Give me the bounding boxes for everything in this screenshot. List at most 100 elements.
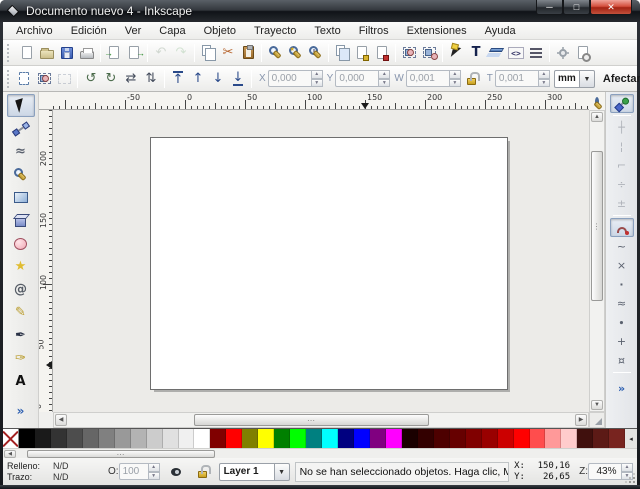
chevron-down-icon[interactable]: ▼	[275, 463, 290, 481]
palette-swatch[interactable]	[194, 429, 210, 448]
palette-scrollbar[interactable]: ◀ ⋯	[3, 448, 637, 458]
current-layer-name[interactable]: Layer 1	[219, 463, 275, 481]
toolbar-grip[interactable]	[7, 44, 12, 62]
palette-swatch[interactable]	[577, 429, 593, 448]
palette-swatch[interactable]	[322, 429, 338, 448]
palette-swatch[interactable]	[290, 429, 306, 448]
flip-horizontal-button[interactable]: ⇄	[121, 68, 141, 90]
unit-select[interactable]: mm ▼	[554, 70, 595, 88]
palette-swatch[interactable]	[370, 429, 386, 448]
create-clone-button[interactable]	[352, 42, 372, 64]
palette-swatch[interactable]	[51, 429, 67, 448]
x-field-spinner[interactable]: ▲▼	[312, 70, 323, 87]
spiral-tool[interactable]: @	[7, 278, 35, 301]
menu-ver[interactable]: Ver	[116, 23, 151, 39]
scroll-down-arrow[interactable]: ▼	[591, 400, 603, 410]
ellipse-tool[interactable]	[7, 232, 35, 255]
cut-button[interactable]: ✂	[218, 42, 238, 64]
unlink-clone-button[interactable]	[372, 42, 392, 64]
w-field-spinner[interactable]: ▲▼	[450, 70, 461, 87]
document-page[interactable]	[150, 137, 508, 390]
snap-path-intersections-button[interactable]: ×	[610, 256, 634, 275]
select-all-layers-button[interactable]	[34, 68, 54, 90]
snapbar-overflow-chevron[interactable]: »	[610, 379, 634, 398]
rectangle-tool[interactable]	[7, 186, 35, 209]
palette-swatch[interactable]	[498, 429, 514, 448]
import-button[interactable]	[104, 42, 124, 64]
palette-swatch[interactable]	[131, 429, 147, 448]
copy-button[interactable]	[198, 42, 218, 64]
canvas-viewport[interactable]	[53, 110, 589, 412]
text-tool[interactable]: A	[7, 370, 35, 393]
tweak-tool[interactable]: ≈	[7, 140, 35, 163]
palette-swatch[interactable]	[179, 429, 195, 448]
window-resize-grip[interactable]	[625, 473, 635, 483]
toolbar-grip[interactable]	[7, 70, 9, 88]
opacity-spinner[interactable]: ▲▼	[149, 463, 160, 480]
lower-button[interactable]: ↓	[208, 68, 228, 90]
palette-swatch[interactable]	[593, 429, 609, 448]
scroll-up-arrow[interactable]: ▲	[591, 112, 603, 122]
layer-visibility-toggle[interactable]	[165, 462, 187, 482]
opacity-input[interactable]: 100	[119, 463, 149, 480]
calligraphy-tool[interactable]: ✑	[7, 347, 35, 370]
enable-snapping-button[interactable]	[610, 94, 634, 113]
layers-dialog-button[interactable]	[486, 42, 506, 64]
palette-swatch[interactable]	[545, 429, 561, 448]
h-field-spinner[interactable]: ▲▼	[539, 70, 550, 87]
document-properties-button[interactable]	[573, 42, 593, 64]
pencil-tool[interactable]: ✎	[7, 301, 35, 324]
maximize-button[interactable]: □	[563, 0, 590, 15]
h-field-input[interactable]: 0,001	[495, 70, 539, 87]
menu-texto[interactable]: Texto	[305, 23, 349, 39]
spin-up-icon[interactable]: ▲	[622, 463, 633, 472]
y-field-input[interactable]: 0,000	[335, 70, 379, 87]
scrollbar-corner-grip[interactable]	[589, 412, 605, 428]
palette-swatch[interactable]	[466, 429, 482, 448]
palette-swatch[interactable]	[530, 429, 546, 448]
menu-ayuda[interactable]: Ayuda	[476, 23, 525, 39]
close-button[interactable]: ✕	[590, 0, 632, 15]
palette-swatch[interactable]	[514, 429, 530, 448]
snap-midpoints-button[interactable]: ∙	[610, 313, 634, 332]
menu-objeto[interactable]: Objeto	[195, 23, 245, 39]
menu-filtros[interactable]: Filtros	[350, 23, 398, 39]
palette-scroll-left-arrow[interactable]: ◂	[625, 429, 637, 448]
scroll-right-arrow[interactable]: ▶	[575, 414, 587, 426]
vertical-scroll-thumb[interactable]: ⋮	[591, 151, 603, 301]
fill-stroke-dialog-button[interactable]	[446, 42, 466, 64]
lower-to-bottom-button[interactable]: ↓	[228, 68, 248, 90]
y-field-spinner[interactable]: ▲▼	[379, 70, 390, 87]
palette-swatch[interactable]	[418, 429, 434, 448]
raise-button[interactable]: ↑	[188, 68, 208, 90]
snap-object-centers-button[interactable]: +	[610, 332, 634, 351]
selector-tool[interactable]	[7, 94, 35, 117]
vertical-ruler[interactable]: 200150100500	[39, 110, 53, 412]
palette-swatch[interactable]	[338, 429, 354, 448]
snap-smooth-nodes-button[interactable]: ≈	[610, 294, 634, 313]
palette-swatch[interactable]	[609, 429, 625, 448]
raise-to-top-button[interactable]: ↑	[168, 68, 188, 90]
paste-button[interactable]	[238, 42, 258, 64]
zoom-tool[interactable]	[7, 163, 35, 186]
horizontal-scrollbar[interactable]: ◀ ⋯ ▶	[53, 412, 589, 428]
group-button[interactable]	[399, 42, 419, 64]
fill-stroke-indicator[interactable]: Relleno:N/D Trazo:N/D	[7, 461, 99, 483]
duplicate-button[interactable]	[332, 42, 352, 64]
rotate-cw-button[interactable]: ↻	[101, 68, 121, 90]
zoom-to-selection-button[interactable]	[265, 42, 285, 64]
x-field-input[interactable]: 0,000	[268, 70, 312, 87]
layer-lock-toggle[interactable]	[192, 462, 214, 482]
palette-swatch[interactable]	[242, 429, 258, 448]
spin-down-icon[interactable]: ▼	[149, 472, 160, 481]
minimize-button[interactable]: ─	[536, 0, 563, 15]
palette-swatch[interactable]	[274, 429, 290, 448]
palette-swatch[interactable]	[482, 429, 498, 448]
snap-nodes-button[interactable]	[610, 218, 634, 237]
palette-swatch[interactable]	[147, 429, 163, 448]
palette-swatch[interactable]	[19, 429, 35, 448]
palette-swatch[interactable]	[386, 429, 402, 448]
new-document-button[interactable]	[17, 42, 37, 64]
palette-scrollbar-left-arrow[interactable]: ◀	[4, 450, 16, 458]
bezier-tool[interactable]: ✒	[7, 324, 35, 347]
